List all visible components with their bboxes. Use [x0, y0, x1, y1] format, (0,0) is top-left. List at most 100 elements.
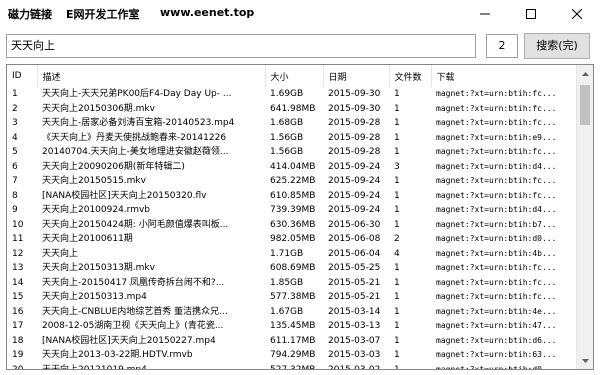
cell-id: 5: [12, 147, 18, 158]
cell-magnet-link: magnet:?xt=urn:btih:fc...: [436, 277, 557, 287]
maximize-button[interactable]: [508, 0, 554, 28]
close-button[interactable]: [554, 0, 600, 28]
table-row[interactable]: 13 天天向上20150313期.mkv 608.69MB 2015-05-25 1 ma…: [7, 261, 577, 276]
column-header-description[interactable]: 描述: [37, 65, 266, 87]
column-header-id[interactable]: ID: [7, 65, 38, 87]
cell-file-count: 1: [394, 132, 400, 143]
cell-magnet-link: magnet:?xt=urn:btih:fc...: [436, 118, 557, 128]
cell-size: 577.38MB: [270, 292, 316, 303]
cell-file-count: 1: [394, 292, 400, 303]
page-number-field[interactable]: 2: [486, 34, 518, 58]
cell-size: 1.56GB: [270, 147, 304, 158]
cell-id: 12: [12, 248, 24, 259]
cell-magnet-link: magnet:?xt=urn:btih:fc...: [436, 263, 557, 273]
cell-date: 2015-09-24: [328, 161, 381, 172]
table-row[interactable]: 3 天天向上-居家必备刘涛百宝箱-20140523.mp4 1.68GB 2015-0…: [7, 116, 577, 131]
cell-file-count: 4: [394, 248, 400, 259]
table-row[interactable]: 8 [NANA校园社区]天天向上20150320.flv 610.85MB 2015-…: [7, 189, 577, 204]
search-button[interactable]: 搜索(完): [524, 33, 590, 59]
cell-size: 982.05MB: [270, 234, 316, 245]
cell-description: 天天向上20121019.mp4: [37, 363, 265, 369]
cell-id: 10: [12, 219, 24, 230]
table-row[interactable]: 9 天天向上20100924.rmvb 739.39MB 2015-09-24 1 mag…: [7, 203, 577, 218]
minimize-icon: [480, 13, 490, 15]
table-row[interactable]: 7 天天向上20150515.mkv 625.22MB 2015-09-24 1 magn…: [7, 174, 577, 189]
table-row[interactable]: 14 天天向上-20150417 凤凰传奇拆台闹不和?... 1.85GB 2015-…: [7, 276, 577, 291]
studio-name: E网开发工作室: [66, 8, 140, 21]
cell-description: [NANA校园社区]天天向上20150227.mp4: [42, 335, 216, 346]
table-row[interactable]: 15 天天向上20150313.mp4 577.38MB 2015-05-21 1 mag…: [7, 290, 577, 305]
table-row[interactable]: 20天天向上20121019.mp4527.32MB2015-03-021mag…: [7, 363, 577, 369]
cell-id: 6: [12, 161, 18, 172]
cell-id: 8: [12, 190, 18, 201]
cell-magnet-link: magnet:?xt=urn:btih:d4...: [436, 161, 557, 171]
cell-magnet-link: magnet:?xt=urn:btih:4b...: [436, 248, 557, 258]
cell-size: 1.71GB: [270, 248, 304, 259]
table-row[interactable]: 11 天天向上20100611期 982.05MB 2015-06-08 2 magnet…: [7, 232, 577, 247]
cell-date: 2015-06-08: [328, 234, 381, 245]
column-header-date[interactable]: 日期: [323, 65, 390, 87]
cell-magnet-link: magnet:?xt=urn:btih:fc...: [436, 292, 557, 302]
table-row[interactable]: 18 [NANA校园社区]天天向上20150227.mp4 611.17MB 2015…: [7, 334, 577, 349]
cell-date: 2015-09-24: [328, 205, 381, 216]
cell-file-count: 1: [394, 219, 400, 230]
scroll-up-arrow[interactable]: [577, 65, 593, 82]
cell-magnet-link: magnet:?xt=urn:btih:b7...: [436, 219, 557, 229]
table-row[interactable]: 2 天天向上20150306期.mkv 641.98MB 2015-09-30 1 mag…: [7, 102, 577, 117]
column-header-download[interactable]: 下载: [431, 65, 577, 87]
cell-size: 611.17MB: [270, 335, 316, 346]
cell-magnet-link: magnet:?xt=urn:btih:47...: [436, 321, 557, 331]
cell-size: 739.39MB: [270, 205, 316, 216]
cell-id: 2: [12, 103, 18, 114]
table-row[interactable]: 10 天天向上20150424期: 小阿毛颜值爆表叫板... 630.36MB 201…: [7, 218, 577, 233]
header-row: ID 描述 大小 日期 文件数 下载: [7, 65, 577, 87]
scroll-down-arrow[interactable]: [577, 352, 593, 369]
cell-description: 天天向上20150313期.mkv: [42, 263, 155, 274]
table-row[interactable]: 5 20140704.天天向上-美女地理进安徽赵薇领... 1.56GB 2015-0…: [7, 145, 577, 160]
chevron-down-icon: [581, 358, 589, 363]
cell-magnet-link: magnet:?xt=urn:btih:fc...: [436, 176, 557, 186]
results-list[interactable]: ID 描述 大小 日期 文件数 下载 1 天天向上-天天兄弟PK00后F4-Day…: [6, 64, 594, 370]
cell-date: 2015-03-02: [323, 363, 389, 369]
cell-size: 641.98MB: [270, 103, 316, 114]
cell-description: 天天向上20100924.rmvb: [42, 205, 151, 216]
vertical-scrollbar[interactable]: [576, 65, 593, 369]
cell-size: 1.56GB: [270, 132, 304, 143]
cell-description: 天天向上20150515.mkv: [42, 176, 146, 187]
cell-date: 2015-05-21: [328, 292, 381, 303]
cell-file-count: 1: [394, 205, 400, 216]
cell-date: 2015-06-04: [328, 248, 381, 259]
cell-id: 19: [12, 350, 24, 361]
column-header-file-count[interactable]: 文件数: [389, 65, 432, 87]
cell-date: 2015-09-30: [328, 89, 381, 100]
cell-date: 2015-09-28: [328, 132, 381, 143]
scrollbar-thumb[interactable]: [580, 85, 590, 125]
table-row[interactable]: 1 天天向上-天天兄弟PK00后F4-Day Day Up- ... 1.69GB 2…: [7, 87, 577, 102]
column-header-size[interactable]: 大小: [265, 65, 324, 87]
table-row[interactable]: 6 天天向上20090206期(新年特辑二) 414.04MB 2015-09-24 3…: [7, 160, 577, 175]
cell-size: 414.04MB: [270, 161, 316, 172]
cell-date: 2015-05-25: [328, 263, 381, 274]
cell-size: 135.45MB: [270, 321, 316, 332]
cell-size: 610.85MB: [270, 190, 316, 201]
minimize-button[interactable]: [462, 0, 508, 28]
cell-description: 天天向上20090206期(新年特辑二): [42, 161, 185, 172]
cell-size: 608.69MB: [270, 263, 316, 274]
table-row[interactable]: 12 天天向上 1.71GB 2015-06-04 4 magnet:?xt=urn:bt…: [7, 247, 577, 262]
table-row[interactable]: 19 天天向上2013-03-22期.HDTV.rmvb 794.29MB 2015-…: [7, 348, 577, 363]
app-title: 磁力链接: [8, 8, 52, 21]
cell-size: 1.68GB: [270, 118, 304, 129]
search-input[interactable]: 天天向上: [6, 34, 476, 58]
cell-description: 天天向上20150424期: 小阿毛颜值爆表叫板...: [42, 219, 229, 230]
cell-file-count: 1: [394, 103, 400, 114]
cell-description: 天天向上-居家必备刘涛百宝箱-20140523.mp4: [42, 118, 235, 129]
table-row[interactable]: 17 2008-12-05湖南卫视《天天向上》(青花瓷... 135.45MB 201…: [7, 319, 577, 334]
cell-size: 625.22MB: [270, 176, 316, 187]
cell-file-count: 1: [394, 335, 400, 346]
table-row[interactable]: 16 天天向上-CNBLUE内地综艺首秀 董洁携众兄... 1.67GB 2015-0…: [7, 305, 577, 320]
table-row[interactable]: 4 《天天向上》丹麦天使挑战鲍春来-20141226 1.56GB 2015-09-2…: [7, 131, 577, 146]
cell-id: 20: [7, 363, 37, 369]
cell-id: 3: [12, 118, 18, 129]
cell-size: 630.36MB: [270, 219, 316, 230]
cell-size: 794.29MB: [270, 350, 316, 361]
